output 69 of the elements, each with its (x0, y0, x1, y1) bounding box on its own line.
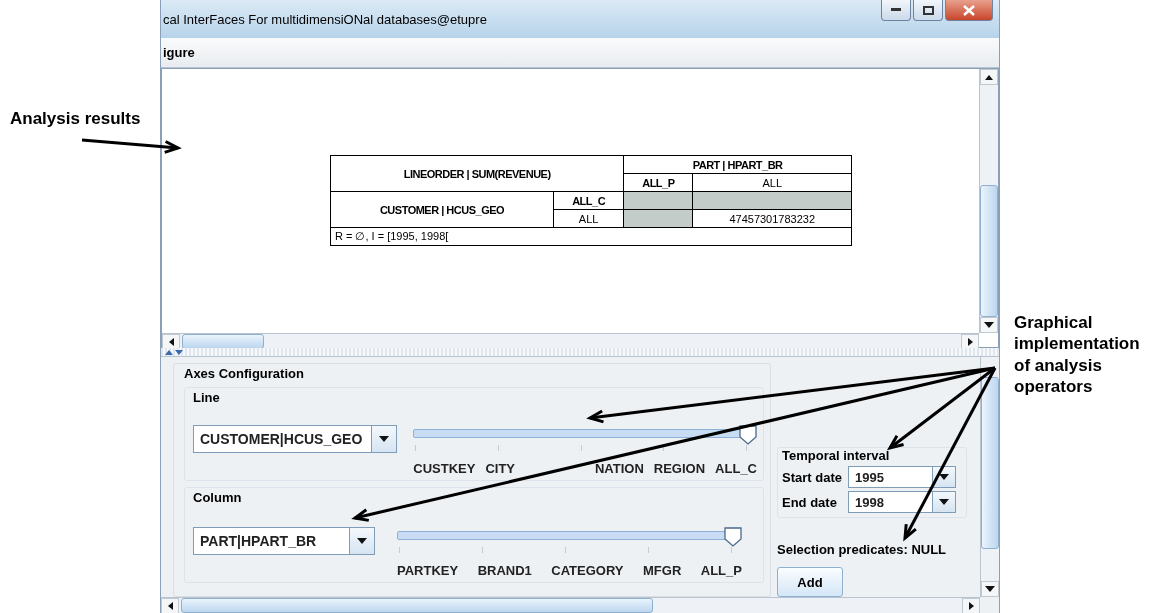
field-label: End date (782, 494, 838, 510)
add-button[interactable]: Add (777, 567, 843, 597)
slider-tick-label: MFGR (643, 563, 682, 578)
maximize-button[interactable] (913, 0, 943, 21)
group-title: Line (193, 390, 221, 405)
vertical-scrollbar[interactable] (980, 357, 999, 597)
group-title: Temporal interval (782, 448, 891, 463)
scroll-down-button[interactable] (981, 581, 999, 597)
slider-tick-label: CATEGORY (551, 563, 624, 578)
annotation-label: Analysis results (10, 108, 142, 130)
scroll-up-button[interactable] (980, 69, 998, 86)
minimize-button[interactable] (881, 0, 911, 21)
right-arrow-icon (968, 602, 974, 610)
annotation-label: Graphical implementation of analysis operators (1014, 312, 1141, 397)
vertical-scrollbar[interactable] (979, 69, 998, 334)
scrollbar-thumb[interactable] (181, 598, 653, 613)
maximize-icon (922, 5, 934, 15)
section-title: Axes Configuration (184, 366, 305, 381)
left-arrow-icon (167, 602, 173, 610)
slider-thumb[interactable] (724, 527, 742, 547)
selection-predicates-label: Selection predicates: NULL (777, 542, 948, 557)
slider[interactable] (413, 425, 757, 453)
scroll-down-button[interactable] (980, 317, 998, 334)
caret-icon (939, 499, 949, 505)
table-cell: CUSTOMER | HCUS_GEO (330, 191, 554, 228)
minimize-icon (891, 8, 901, 12)
slider-tick-label: NATION (594, 461, 644, 476)
slider-tick-label: CUSTKEY (413, 461, 476, 476)
up-arrow-icon (165, 349, 173, 355)
group-title: Column (193, 490, 243, 505)
right-arrow-icon (967, 338, 973, 347)
slider-tick-label: PARTKEY (397, 563, 459, 578)
slider[interactable] (397, 527, 742, 555)
scroll-right-button[interactable] (962, 598, 980, 613)
table-cell: ALL_C (553, 191, 624, 210)
up-arrow-icon (985, 74, 993, 80)
left-arrow-icon (168, 338, 174, 347)
table-cell: ALL_P (623, 173, 693, 192)
slider-tick-label: ALL_C (715, 461, 757, 476)
table-cell: 47457301783232 (692, 209, 852, 228)
table-cell: R = ∅, I = [1995, 1998[ (330, 227, 852, 246)
caret-icon (379, 436, 390, 442)
slider-tick-label: ALL_P (700, 563, 742, 578)
caret-icon (984, 322, 994, 329)
slider-tick-label: CITY (485, 461, 515, 476)
scrollbar-thumb[interactable] (981, 377, 999, 549)
field-label: Start date (782, 469, 843, 485)
table-cell: ALL (553, 209, 624, 228)
table-cell: ALL (692, 173, 852, 192)
close-icon (963, 4, 975, 16)
slider-tick-label: BRAND1 (477, 563, 532, 578)
window-title: cal InterFaces For multidimensiONal databases@etupre (163, 11, 487, 27)
scroll-left-button[interactable] (161, 598, 179, 613)
horizontal-scrollbar[interactable] (162, 333, 979, 350)
table-cell: LINEORDER | SUM(REVENUE) (330, 155, 624, 192)
dropdown[interactable]: CUSTOMER|HCUS_GEO (193, 425, 398, 453)
caret-icon (357, 538, 367, 544)
caret-icon (939, 474, 949, 480)
slider-tick-label: REGION (653, 461, 706, 476)
dropdown[interactable]: PART|HPART_BR (193, 527, 375, 555)
table-cell: PART | HPART_BR (623, 155, 852, 174)
dropdown[interactable]: 1998 (848, 491, 956, 513)
menu-item[interactable]: igure (163, 45, 195, 61)
dropdown[interactable]: 1995 (848, 466, 956, 488)
horizontal-scrollbar[interactable] (161, 597, 980, 613)
close-button[interactable] (945, 0, 993, 21)
scrollbar-thumb[interactable] (980, 185, 998, 318)
down-arrow-icon (175, 349, 183, 355)
caret-icon (985, 586, 995, 592)
